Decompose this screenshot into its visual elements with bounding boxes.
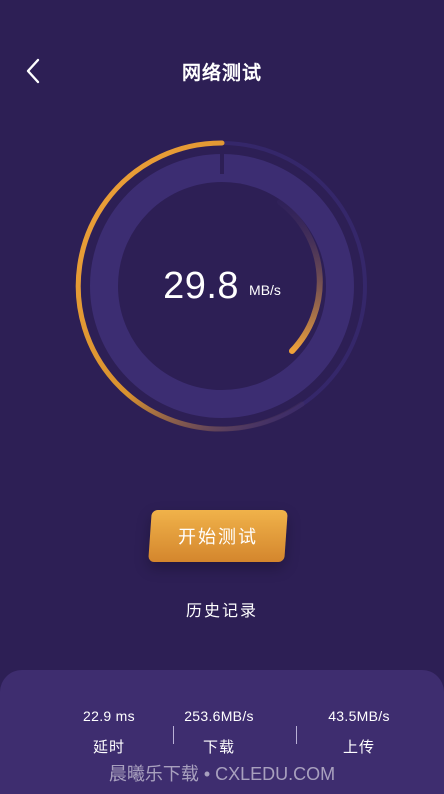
start-test-button[interactable]: 开始测试	[148, 510, 288, 562]
watermark: 晨曦乐下载 • CXLEDU.COM	[108, 764, 336, 784]
header: 网络测试	[0, 0, 444, 140]
speed-value: 29.8	[163, 264, 240, 307]
stat-label: 下载	[202, 738, 235, 756]
page-title: 网络测试	[181, 62, 262, 84]
stat-value: 43.5MB/s	[328, 708, 390, 724]
speed-readout: 29.8 MB/s	[72, 136, 372, 436]
stat-download: 253.6MB/s 下载	[154, 708, 284, 757]
stat-value: 253.6MB/s	[184, 708, 254, 724]
speed-unit: MB/s	[249, 282, 281, 298]
history-link[interactable]: 历史记录	[0, 597, 444, 621]
start-test-label: 开始测试	[178, 527, 258, 548]
stat-upload: 43.5MB/s 上传	[294, 708, 424, 757]
stat-label: 上传	[342, 738, 375, 756]
